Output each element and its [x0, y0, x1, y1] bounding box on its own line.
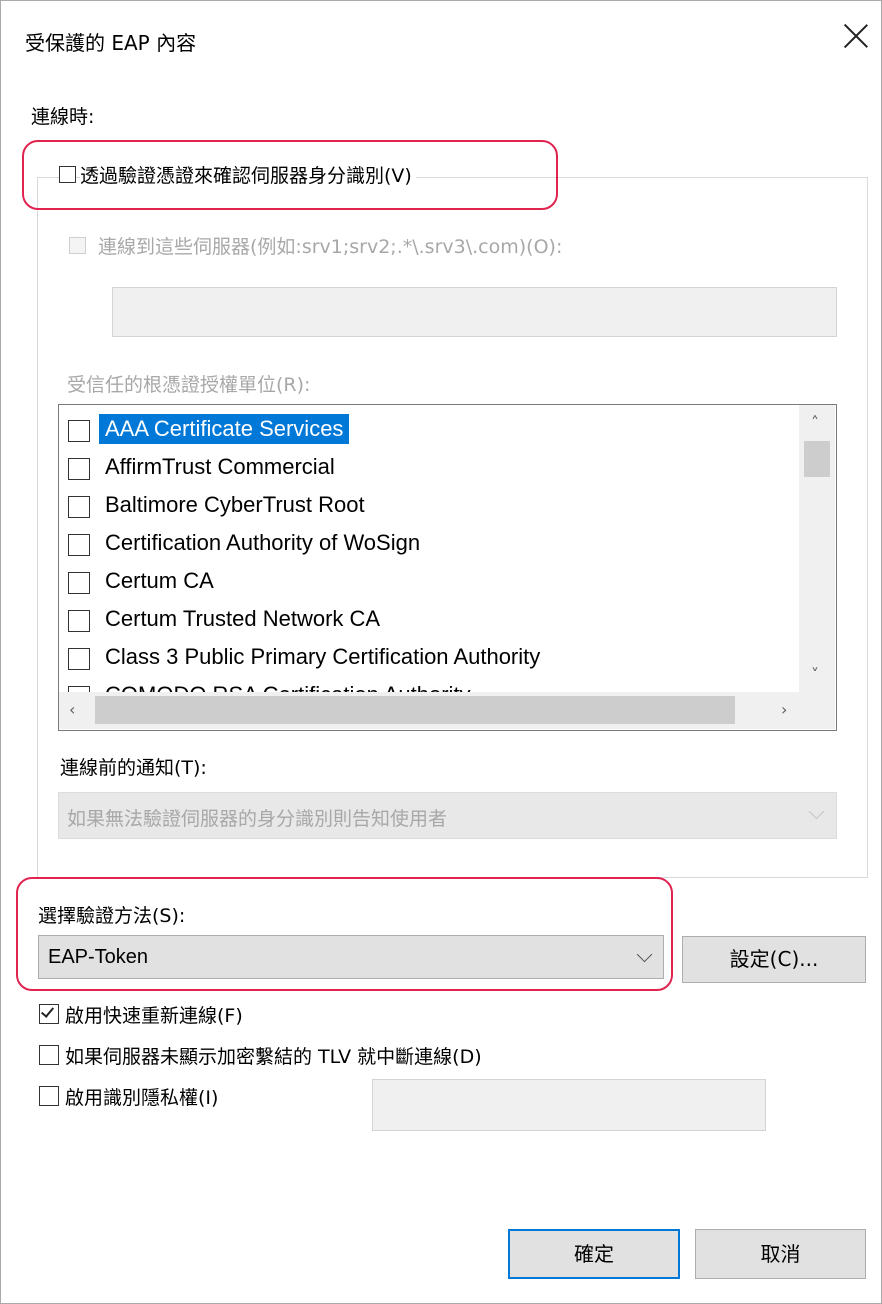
vertical-scroll-thumb[interactable] [804, 441, 830, 477]
connect-servers-label: 連線到這些伺服器(例如:srv1;srv2;.*\.srv3\.com)(O): [98, 236, 563, 258]
list-item-label: Certification Authority of WoSign [105, 530, 421, 555]
list-item-checkbox[interactable] [68, 496, 90, 518]
horizontal-scrollbar[interactable]: ‹ › [59, 692, 835, 729]
tlv-disconnect-label: 如果伺服器未顯示加密繫結的 TLV 就中斷連線(D) [65, 1046, 482, 1068]
list-item-label: AAA Certificate Services [99, 414, 350, 444]
list-item-label: Class 3 Public Primary Certification Aut… [105, 644, 541, 669]
identity-privacy-input[interactable] [372, 1079, 766, 1131]
fast-reconnect-checkbox[interactable] [39, 1004, 59, 1024]
connect-servers-checkbox[interactable] [69, 237, 86, 254]
list-item[interactable]: Certification Authority of WoSign [59, 525, 799, 561]
connect-section-label: 連線時: [31, 106, 95, 128]
list-item[interactable]: Certum CA [59, 563, 799, 599]
list-item[interactable]: AAA Certificate Services [59, 411, 799, 447]
list-item[interactable]: Class 3 Public Primary Certification Aut… [59, 639, 799, 675]
list-item-label: Certum CA [105, 568, 214, 593]
fast-reconnect-label: 啟用快速重新連線(F) [65, 1005, 243, 1027]
list-item[interactable]: Certum Trusted Network CA [59, 601, 799, 637]
trusted-roots-label: 受信任的根憑證授權單位(R): [67, 374, 311, 396]
trusted-roots-list[interactable]: AAA Certificate Services AffirmTrust Com… [58, 404, 837, 731]
vertical-scrollbar[interactable]: ˄ ˅ [799, 405, 835, 692]
scroll-up-icon[interactable]: ˄ [811, 415, 819, 431]
ok-button[interactable]: 確定 [508, 1229, 680, 1279]
list-item-checkbox[interactable] [68, 420, 90, 442]
scroll-right-icon[interactable]: › [781, 702, 787, 718]
list-item-label: Baltimore CyberTrust Root [105, 492, 365, 517]
list-item-checkbox[interactable] [68, 572, 90, 594]
list-item-checkbox[interactable] [68, 534, 90, 556]
scroll-down-icon[interactable]: ˅ [811, 667, 819, 683]
tlv-disconnect-checkbox[interactable] [39, 1045, 59, 1065]
auth-method-highlight [16, 877, 673, 991]
identity-privacy-checkbox[interactable] [39, 1086, 59, 1106]
eap-properties-dialog: 受保護的 EAP 內容 連線時: 透過驗證憑證來確認伺服器身分識別(V) 連線到… [0, 0, 882, 1304]
verify-cert-highlight [22, 140, 558, 210]
horizontal-scroll-thumb[interactable] [95, 696, 735, 724]
chevron-down-icon [808, 803, 825, 820]
list-item-checkbox[interactable] [68, 610, 90, 632]
cancel-button[interactable]: 取消 [695, 1229, 866, 1279]
notification-value: 如果無法驗證伺服器的身分識別則告知使用者 [67, 808, 448, 830]
list-item[interactable]: Baltimore CyberTrust Root [59, 487, 799, 523]
list-item-checkbox[interactable] [68, 648, 90, 670]
list-item-checkbox[interactable] [68, 458, 90, 480]
configure-button[interactable]: 設定(C)... [682, 936, 866, 983]
list-item-label: AffirmTrust Commercial [105, 454, 335, 479]
dialog-title: 受保護的 EAP 內容 [25, 31, 197, 55]
list-item-label: Certum Trusted Network CA [105, 606, 381, 631]
notification-dropdown[interactable]: 如果無法驗證伺服器的身分識別則告知使用者 [58, 792, 837, 839]
servers-input[interactable] [112, 287, 837, 337]
scroll-left-icon[interactable]: ‹ [69, 702, 75, 718]
list-item[interactable]: AffirmTrust Commercial [59, 449, 799, 485]
identity-privacy-label: 啟用識別隱私權(I) [65, 1087, 219, 1109]
notification-label: 連線前的通知(T): [60, 757, 207, 779]
close-icon[interactable] [843, 23, 869, 49]
